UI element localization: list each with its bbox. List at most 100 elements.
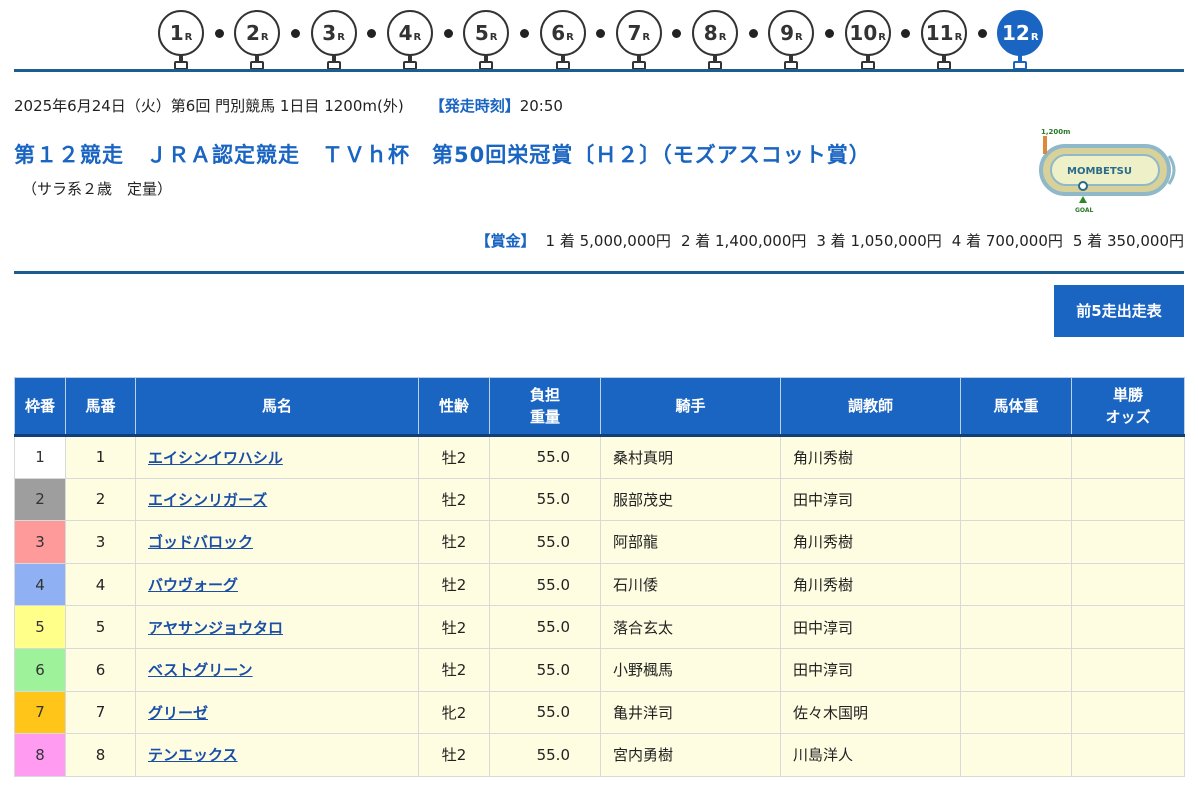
race-tab-circle: 10R bbox=[844, 10, 891, 56]
umaban-cell: 4 bbox=[65, 562, 136, 607]
body-weight-cell bbox=[960, 435, 1072, 479]
odds-cell bbox=[1071, 690, 1185, 735]
waku-cell: 6 bbox=[14, 647, 66, 692]
race-separator-dot bbox=[596, 29, 606, 38]
table-row: 3 3 ゴッドバロック 牡2 55.0 阿部龍 角川秀樹 bbox=[14, 520, 1185, 564]
race-tab-suffix: R bbox=[954, 32, 963, 43]
race-tab-4[interactable]: 4R bbox=[386, 10, 433, 72]
horse-name-link[interactable]: ベストグリーン bbox=[148, 661, 253, 679]
race-tab-suffix: R bbox=[718, 32, 727, 43]
race-tab-suffix: R bbox=[337, 32, 345, 43]
course-goal-label: GOAL bbox=[1075, 207, 1094, 214]
table-row: 7 7 グリーゼ 牝2 55.0 亀井洋司 佐々木国明 bbox=[14, 690, 1185, 735]
course-track-name: MOMBETSU bbox=[1067, 166, 1132, 177]
table-row: 4 4 バウヴォーグ 牡2 55.0 石川倭 角川秀樹 bbox=[14, 562, 1185, 607]
race-separator-dot bbox=[519, 29, 529, 38]
race-tab-9[interactable]: 9R bbox=[768, 10, 815, 72]
header-weight: 負担 重量 bbox=[489, 377, 601, 437]
race-tab-suffix: R bbox=[489, 32, 498, 43]
race-tab-10[interactable]: 10R bbox=[844, 10, 891, 72]
odds-cell bbox=[1071, 477, 1185, 522]
race-tab-2[interactable]: 2R bbox=[234, 10, 281, 72]
race-tab-suffix: R bbox=[878, 32, 886, 43]
start-time: 20:50 bbox=[519, 97, 563, 115]
horse-name-link[interactable]: テンエックス bbox=[148, 746, 238, 764]
body-weight-cell bbox=[960, 477, 1072, 522]
waku-cell: 1 bbox=[14, 435, 66, 479]
race-tab-8[interactable]: 8R bbox=[692, 10, 739, 72]
header-jockey: 騎手 bbox=[600, 377, 781, 437]
umaban-cell: 6 bbox=[65, 647, 136, 692]
horse-name-link[interactable]: ゴッドバロック bbox=[148, 533, 253, 551]
umaban-cell: 8 bbox=[65, 733, 136, 777]
race-tab-number: 4 bbox=[398, 21, 413, 45]
header-odds: 単勝 オッズ bbox=[1071, 377, 1185, 437]
body-weight-cell bbox=[960, 733, 1072, 777]
sex-age-cell: 牡2 bbox=[418, 477, 490, 522]
horse-name-cell: アヤサンジョウタロ bbox=[135, 605, 419, 649]
header-sex-age: 性齢 bbox=[418, 377, 490, 437]
race-tab-number: 5 bbox=[474, 21, 489, 45]
horse-name-link[interactable]: エイシンリガーズ bbox=[148, 491, 267, 509]
race-separator-dot bbox=[443, 29, 453, 38]
race-tab-number: 3 bbox=[322, 21, 337, 45]
past-five-races-button[interactable]: 前5走出走表 bbox=[1054, 285, 1184, 337]
horse-name-link[interactable]: エイシンイワハシル bbox=[148, 449, 283, 467]
trainer-cell: 佐々木国明 bbox=[780, 690, 961, 735]
race-tab-number: 12 bbox=[1002, 21, 1030, 45]
sex-age-cell: 牡2 bbox=[418, 647, 490, 692]
start-time-label: 【発走時刻】 bbox=[429, 97, 520, 115]
horse-name-cell: エイシンリガーズ bbox=[135, 477, 419, 522]
horse-name-link[interactable]: アヤサンジョウタロ bbox=[148, 619, 283, 637]
horse-name-cell: ベストグリーン bbox=[135, 647, 419, 692]
table-row: 5 5 アヤサンジョウタロ 牡2 55.0 落合玄太 田中淳司 bbox=[14, 605, 1185, 649]
race-tab-6[interactable]: 6R bbox=[539, 10, 586, 72]
race-tab-5[interactable]: 5R bbox=[463, 10, 510, 72]
race-tab-circle: 4R bbox=[386, 10, 433, 56]
horse-name-link[interactable]: グリーゼ bbox=[148, 704, 208, 722]
header-horse-name: 馬名 bbox=[135, 377, 419, 437]
race-separator-dot bbox=[672, 29, 682, 38]
race-separator-dot bbox=[214, 29, 224, 38]
weight-cell: 55.0 bbox=[489, 562, 601, 607]
race-date: 2025年6月24日（火）第6回 門別競馬 1日目 1200m(外) bbox=[14, 97, 404, 115]
body-weight-cell bbox=[960, 647, 1072, 692]
trainer-cell: 角川秀樹 bbox=[780, 435, 961, 479]
prize-1st: 1 着 5,000,000円 bbox=[545, 232, 671, 250]
race-tab-7[interactable]: 7R bbox=[615, 10, 662, 72]
race-tab-1[interactable]: 1R bbox=[158, 10, 204, 72]
race-tab-12[interactable]: 12R bbox=[997, 10, 1044, 72]
odds-cell bbox=[1071, 605, 1185, 649]
odds-cell bbox=[1071, 733, 1185, 777]
prize-3rd: 3 着 1,050,000円 bbox=[816, 232, 942, 250]
race-tab-3[interactable]: 3R bbox=[310, 10, 357, 72]
waku-cell: 5 bbox=[14, 605, 66, 649]
horse-name-link[interactable]: バウヴォーグ bbox=[148, 576, 238, 594]
race-conditions: （サラ系２歳 定量） bbox=[22, 180, 173, 198]
race-tab-suffix: R bbox=[184, 32, 193, 43]
header-waku: 枠番 bbox=[14, 377, 66, 437]
jockey-cell: 服部茂史 bbox=[600, 477, 781, 522]
race-tab-circle: 11R bbox=[921, 10, 967, 56]
race-tab-number: 10 bbox=[849, 21, 878, 45]
course-map-icon: 1,200m MOMBETSU GOAL bbox=[1039, 128, 1176, 214]
body-weight-cell bbox=[960, 562, 1072, 607]
race-date-line: 2025年6月24日（火）第6回 門別競馬 1日目 1200m(外) 【発走時刻】… bbox=[14, 95, 563, 116]
race-tab-suffix: R bbox=[260, 32, 269, 43]
jockey-cell: 阿部龍 bbox=[600, 520, 781, 564]
race-tab-circle: 7R bbox=[615, 10, 662, 56]
jockey-cell: 落合玄太 bbox=[600, 605, 781, 649]
header-weight-line2: 重量 bbox=[529, 408, 560, 426]
odds-cell bbox=[1071, 562, 1185, 607]
header-body-weight: 馬体重 bbox=[960, 377, 1072, 437]
trainer-cell: 田中淳司 bbox=[780, 477, 961, 522]
course-distance-label: 1,200m bbox=[1041, 128, 1070, 136]
section-divider bbox=[14, 271, 1184, 274]
race-separator-dot bbox=[748, 29, 758, 38]
race-tab-11[interactable]: 11R bbox=[921, 10, 967, 72]
waku-cell: 3 bbox=[14, 520, 66, 564]
header-divider bbox=[14, 69, 1184, 72]
race-selector: 1R 2R 3R 4R 5R 6R 7R 8R 9R 10R 11R 12R bbox=[0, 10, 1198, 72]
umaban-cell: 3 bbox=[65, 520, 136, 564]
odds-cell bbox=[1071, 520, 1185, 564]
